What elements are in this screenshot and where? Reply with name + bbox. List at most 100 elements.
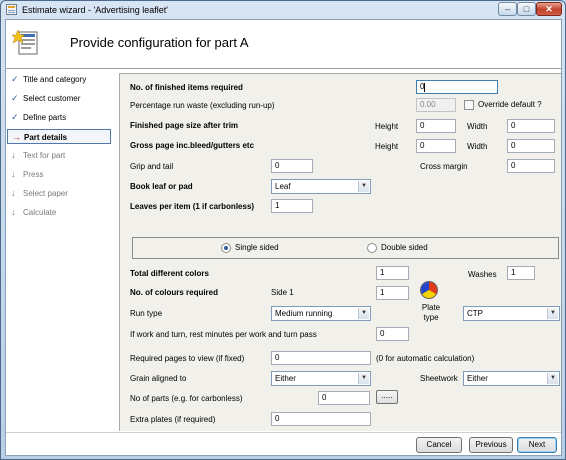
part-details-panel: No. of finished items required 0 Percent… [119,73,561,431]
chevron-down-icon: ▼ [358,181,369,192]
book-leaf-value: Leaf [275,182,291,191]
step-label: Select paper [23,189,68,198]
step-label: Calculate [23,208,57,217]
work-turn-label: If work and turn, rest minutes per work … [130,330,317,339]
colours-required-input[interactable]: 1 [376,286,409,300]
page-title: Provide configuration for part A [70,35,249,50]
chevron-down-icon: ▼ [358,308,369,319]
check-icon: ✓ [11,74,19,84]
finished-items-label: No. of finished items required [130,83,243,92]
step-label: Define parts [23,113,67,122]
required-pages-label: Required pages to view (if fixed) [130,354,245,363]
gross-width-label: Width [467,142,488,151]
extra-plates-input[interactable]: 0 [271,412,371,426]
override-default-checkbox[interactable] [464,100,474,110]
check-icon: ✓ [11,93,19,103]
gross-height-label: Height [375,142,399,151]
step-calculate[interactable]: ↓ Calculate [7,205,111,220]
plate-type-select[interactable]: CTP ▼ [463,306,560,321]
minimize-button[interactable]: – [498,2,517,16]
book-leaf-label: Book leaf or pad [130,182,193,191]
close-button[interactable]: ✕ [536,2,562,16]
sheetwork-value: Either [467,374,488,383]
plate-type-label: Plate type [421,303,441,322]
single-sided-label: Single sided [235,243,279,252]
leaflet-icon [12,30,38,55]
required-pages-input[interactable]: 0 [271,351,371,365]
run-waste-input[interactable]: 0.00 [416,98,456,112]
colours-required-label: No. of colours required [130,288,219,297]
grain-label: Grain aligned to [130,374,187,383]
next-button[interactable]: Next [517,437,557,453]
finished-height-input[interactable]: 0 [416,119,456,133]
step-text-for-part[interactable]: ↓ Text for part [7,148,111,163]
extra-plates-label: Extra plates (if required) [130,415,216,424]
wizard-client-area: Provide configuration for part A ✓ Title … [5,19,562,456]
cancel-button[interactable]: Cancel [416,437,462,453]
wizard-header: Provide configuration for part A [6,20,561,68]
cross-margin-label: Cross margin [420,162,468,171]
leaves-per-item-input[interactable]: 1 [271,199,313,213]
parts-browse-button[interactable]: ..... [376,390,398,404]
override-default-label: Override default ? [478,100,542,109]
step-select-customer[interactable]: ✓ Select customer [7,91,111,106]
arrow-right-icon: → [12,132,21,142]
grip-tail-input[interactable]: 0 [271,159,313,173]
run-type-select[interactable]: Medium running ▼ [271,306,371,321]
grain-select[interactable]: Either ▼ [271,371,371,386]
arrow-down-icon: ↓ [11,169,16,179]
finished-height-label: Height [375,122,399,131]
leaves-per-item-label: Leaves per item (1 if carbonless) [130,202,255,211]
sides-radio-group: Single sided Double sided [132,237,559,259]
washes-input[interactable]: 1 [507,266,535,280]
gross-width-input[interactable]: 0 [507,139,555,153]
wizard-window: Estimate wizard - 'Advertising leaflet' … [0,0,566,460]
double-sided-radio[interactable] [367,243,377,253]
run-type-value: Medium running [275,309,333,318]
single-sided-radio[interactable] [221,243,231,253]
arrow-down-icon: ↓ [11,150,16,160]
step-label: Select customer [23,94,81,103]
plate-colour-wheel-icon [420,281,438,299]
maximize-button[interactable]: □ [517,2,536,16]
gross-size-label: Gross page inc.bleed/gutters etc [130,141,255,150]
cross-margin-input[interactable]: 0 [507,159,555,173]
sheetwork-label: Sheetwork [420,374,458,383]
gross-height-input[interactable]: 0 [416,139,456,153]
required-pages-hint: (0 for automatic calculation) [376,354,475,363]
run-type-label: Run type [130,309,163,318]
grain-value: Either [275,374,296,383]
side-1-label: Side 1 [271,288,294,297]
total-colors-label: Total different colors [130,269,209,278]
previous-button[interactable]: Previous [469,437,513,453]
book-leaf-select[interactable]: Leaf ▼ [271,179,371,194]
run-waste-label: Percentage run waste (excluding run-up) [130,101,275,110]
total-colors-input[interactable]: 1 [376,266,409,280]
plate-type-value: CTP [467,309,483,318]
washes-label: Washes [468,270,497,279]
work-turn-input[interactable]: 0 [376,327,409,341]
step-part-details[interactable]: → Part details [7,129,111,144]
step-title-and-category[interactable]: ✓ Title and category [7,72,111,87]
finished-width-label: Width [467,122,488,131]
chevron-down-icon: ▼ [358,373,369,384]
num-parts-input[interactable]: 0 [318,391,370,405]
chevron-down-icon: ▼ [547,308,558,319]
step-label: Press [23,170,44,179]
finished-items-input[interactable]: 0 [416,80,498,94]
header-divider [6,68,561,69]
title-bar[interactable]: Estimate wizard - 'Advertising leaflet' … [1,1,565,19]
step-press[interactable]: ↓ Press [7,167,111,182]
num-parts-label: No of parts (e.g. for carbonless) [130,394,243,403]
check-icon: ✓ [11,112,19,122]
step-select-paper[interactable]: ↓ Select paper [7,186,111,201]
step-label: Text for part [23,151,66,160]
step-label: Part details [24,133,68,142]
step-label: Title and category [23,75,87,84]
window-title: Estimate wizard - 'Advertising leaflet' [22,5,168,15]
sheetwork-select[interactable]: Either ▼ [463,371,560,386]
step-define-parts[interactable]: ✓ Define parts [7,110,111,125]
arrow-down-icon: ↓ [11,188,16,198]
app-icon [6,4,17,15]
finished-width-input[interactable]: 0 [507,119,555,133]
